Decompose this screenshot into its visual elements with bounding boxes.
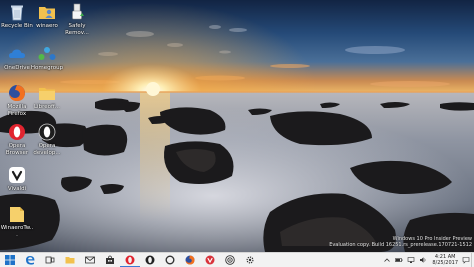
desktop-icon-label: OneDrive <box>4 65 30 71</box>
folder-icon <box>7 204 27 224</box>
windows-logo-icon <box>5 255 15 265</box>
desktop-icon-homegroup[interactable]: Homegroup <box>30 44 64 72</box>
battery-icon[interactable] <box>394 255 404 265</box>
homegroup-icon <box>37 44 57 64</box>
desktop-icon-label: WinaeroTw... <box>0 225 34 238</box>
vivaldi-icon <box>7 165 27 185</box>
desktop-icon-onedrive[interactable]: OneDrive <box>0 44 34 72</box>
clock-date: 8/25/2017 <box>432 260 458 266</box>
watermark-build: Evaluation copy. Build 16251.rs_prerelea… <box>329 242 472 248</box>
vivaldi-button[interactable] <box>200 253 220 267</box>
desktop-wallpaper <box>0 0 474 252</box>
file-explorer-button[interactable] <box>60 253 80 267</box>
action-center-button[interactable] <box>461 253 471 267</box>
desktop-icon-safely-remove[interactable]: Safely Remov... <box>60 2 94 36</box>
task-view-button[interactable] <box>40 253 60 267</box>
desktop-icon-mozilla-firefox[interactable]: Mozilla Firefox <box>0 83 34 117</box>
desktop-icon-winaero[interactable]: winaero <box>30 2 64 30</box>
network-icon[interactable] <box>406 255 416 265</box>
desktop-icon-label: Mozilla Firefox <box>7 104 27 117</box>
target-app-button[interactable] <box>220 253 240 267</box>
opera-icon <box>37 122 57 142</box>
recycle-bin-icon <box>7 2 27 22</box>
firefox-icon <box>7 83 27 103</box>
desktop-icon-label: Opera develop... <box>33 143 61 156</box>
mail-button[interactable] <box>80 253 100 267</box>
build-watermark: Windows 10 Pro Insider Preview Evaluatio… <box>329 236 472 248</box>
taskbar: 4:21 AM 8/25/2017 <box>0 252 474 267</box>
desktop-icon-label: Libreoff... <box>33 104 60 110</box>
circle-icon <box>165 255 175 265</box>
usb-eject-icon <box>67 2 87 22</box>
opera-icon <box>7 122 27 142</box>
opera-icon <box>145 255 155 265</box>
opera-developer-button[interactable] <box>140 253 160 267</box>
desktop-icon-label: Opera Browser <box>5 143 29 156</box>
desktop-icon-winaero-tweaker[interactable]: WinaeroTw... <box>0 204 34 238</box>
opera-button[interactable] <box>120 253 140 267</box>
clock[interactable]: 4:21 AM 8/25/2017 <box>432 254 458 266</box>
desktop-icon-opera-browser[interactable]: Opera Browser <box>0 122 34 156</box>
vivaldi-icon <box>205 255 215 265</box>
system-tray: 4:21 AM 8/25/2017 <box>381 253 474 267</box>
start-button[interactable] <box>0 253 20 267</box>
desktop-icon-label: Safely Remov... <box>65 23 89 36</box>
opera-icon <box>125 255 135 264</box>
edge-button[interactable] <box>20 253 40 267</box>
cloud-icon <box>7 44 27 64</box>
gear-icon <box>246 256 254 264</box>
firefox-icon <box>185 255 195 265</box>
folder-user-icon <box>37 2 57 22</box>
settings-button[interactable] <box>240 253 260 267</box>
notification-icon <box>462 257 470 264</box>
folder-icon <box>37 83 57 103</box>
desktop-icon-label: Homegroup <box>30 65 64 71</box>
task-view-icon <box>45 256 55 264</box>
volume-icon[interactable] <box>418 255 428 265</box>
firefox-button[interactable] <box>180 253 200 267</box>
folder-icon <box>65 257 75 264</box>
cortana-button[interactable] <box>160 253 180 267</box>
chevron-up-icon[interactable] <box>382 255 392 265</box>
desktop-icon-label: Vivaldi <box>7 186 27 192</box>
store-icon <box>106 255 114 264</box>
desktop-icon-opera-developer[interactable]: Opera develop... <box>30 122 64 156</box>
mail-icon <box>85 256 95 264</box>
desktop-icon-vivaldi[interactable]: Vivaldi <box>0 165 34 193</box>
desktop-icon-libreoffice[interactable]: Libreoff... <box>30 83 64 111</box>
store-button[interactable] <box>100 253 120 267</box>
desktop-icon-label: Recycle Bin <box>1 23 33 29</box>
desktop-icon-recycle-bin[interactable]: Recycle Bin <box>0 2 34 30</box>
desktop-icon-label: winaero <box>36 23 58 29</box>
target-icon <box>225 255 235 265</box>
edge-icon <box>26 256 35 265</box>
